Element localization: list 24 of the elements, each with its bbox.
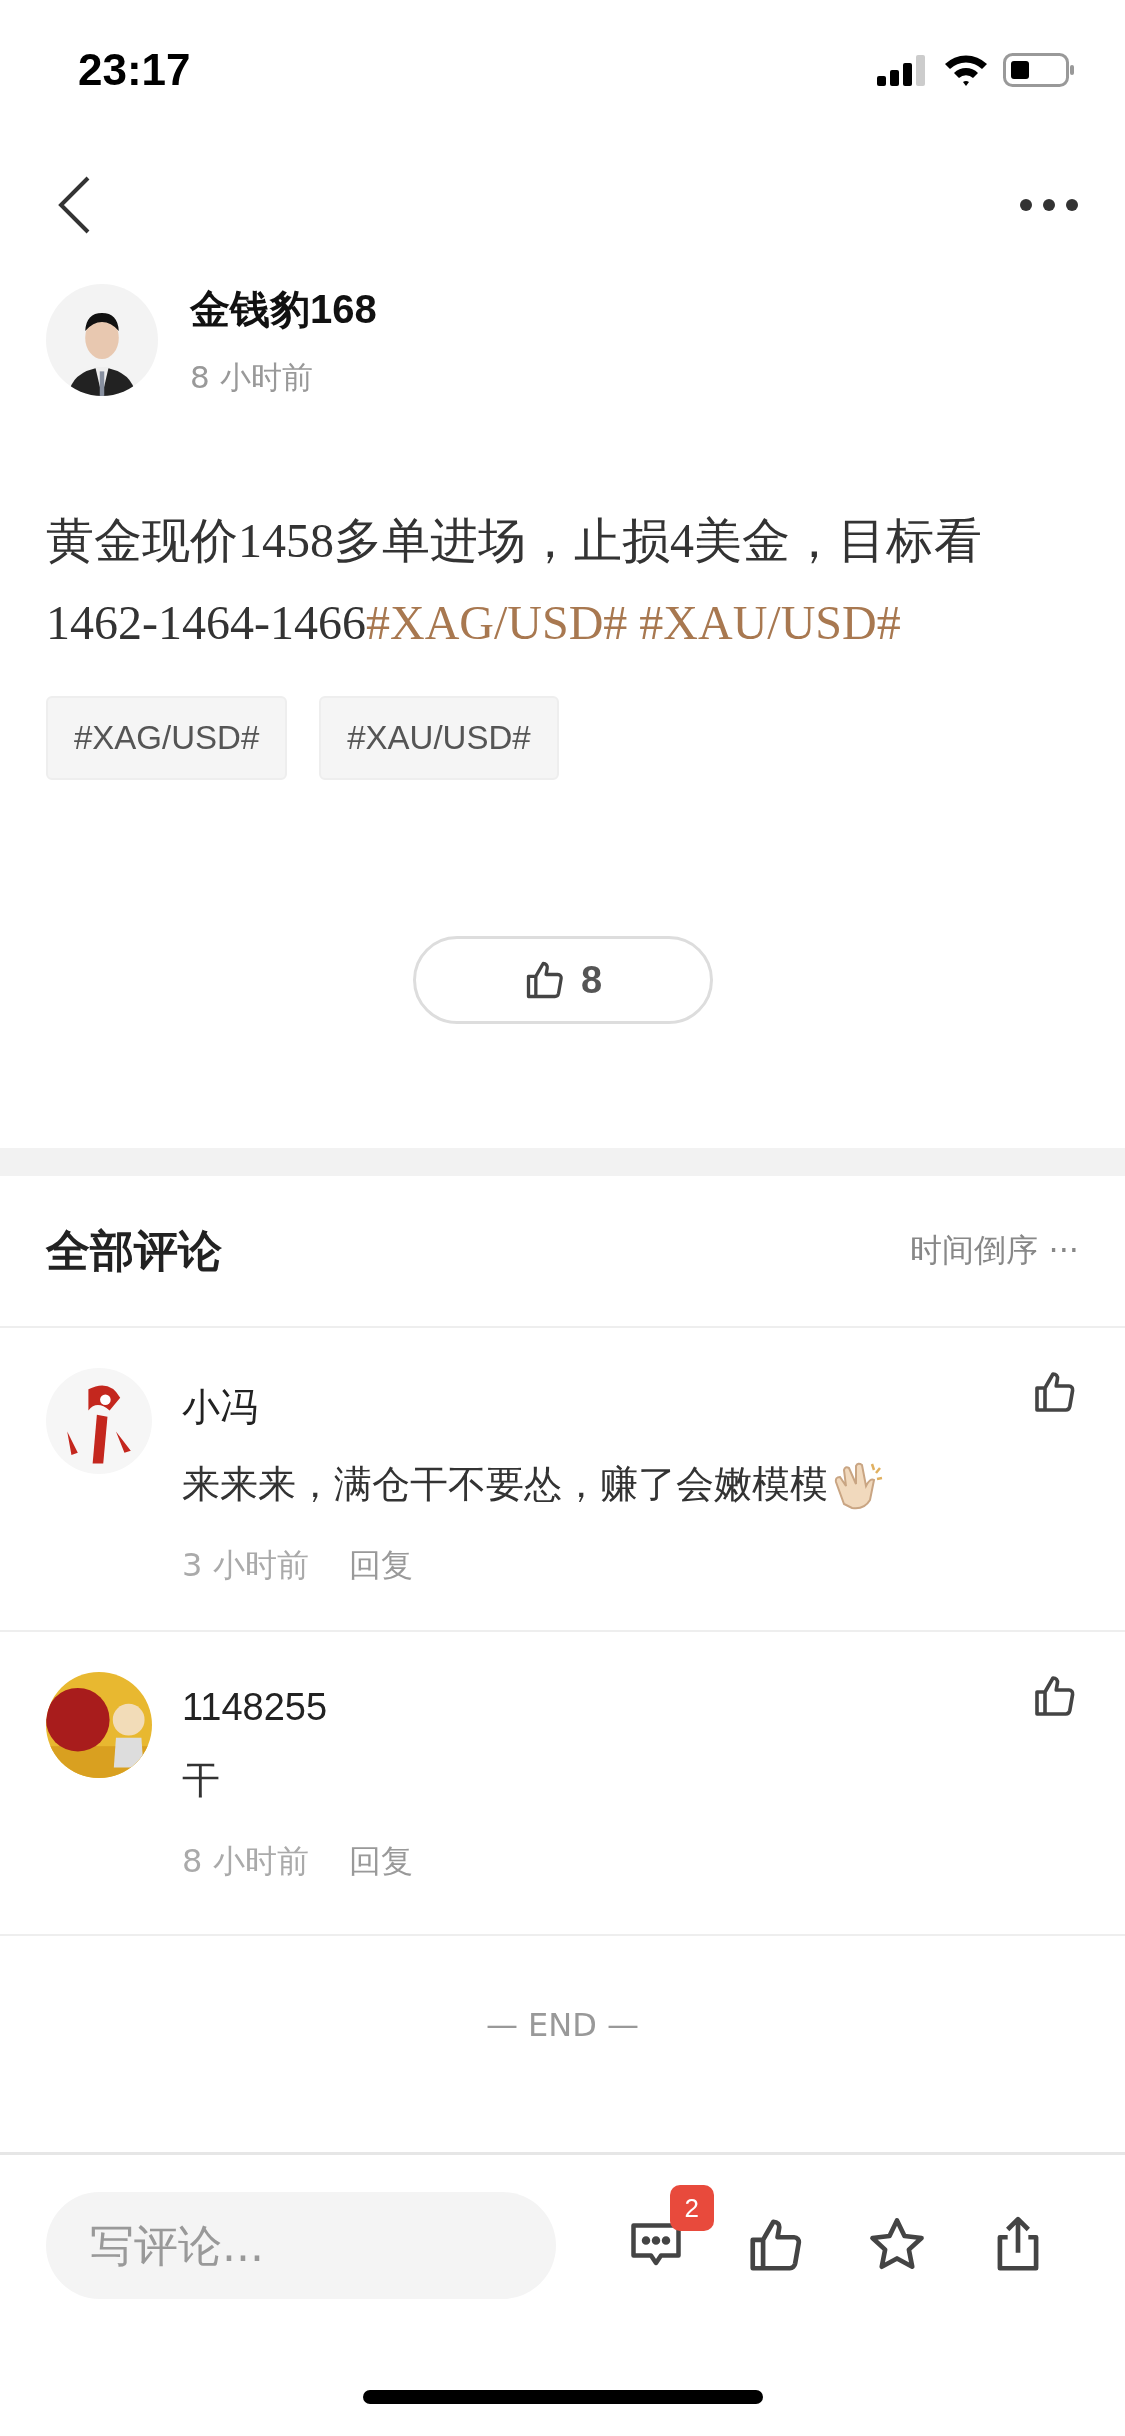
sort-toggle[interactable]: 时间倒序 ··· [910, 1229, 1079, 1273]
section-title: 全部评论 [46, 1223, 222, 1278]
comment-time: 8 小时前 [182, 1841, 309, 1882]
post-text: 黄金现价1458多单进场，止损4美金，目标看1462-1464-1466#XAG/USD# #XAU/USD# [45, 513, 983, 651]
comment-count-badge: 2 [669, 2185, 714, 2231]
post-time: 8 小时前 [190, 357, 314, 397]
comment-text: 来来来，满仓干不要怂，赚了会嫩模模 [182, 1461, 828, 1508]
more-icon[interactable] [1019, 198, 1079, 212]
commenter-name[interactable]: 小冯 [182, 1382, 1001, 1433]
hashtag-link[interactable]: #XAG/USD# [365, 596, 628, 649]
status-time: 23:17 [78, 45, 191, 95]
back-icon[interactable] [56, 175, 92, 235]
comment-time: 3 小时前 [182, 1545, 309, 1586]
comment-input[interactable]: 写评论... [46, 2191, 556, 2299]
wifi-icon [943, 53, 989, 87]
topic-tag[interactable]: #XAG/USD# [46, 696, 288, 780]
battery-icon [1003, 53, 1075, 87]
commenter-name[interactable]: 1148255 [182, 1686, 1001, 1729]
author-name[interactable]: 金钱豹168 [190, 281, 377, 337]
end-label: — END — [485, 2006, 640, 2044]
comment-text: 干 [182, 1757, 220, 1804]
like-button[interactable]: 8 [412, 936, 713, 1024]
hashtag-link[interactable]: #XAU/USD# [639, 596, 901, 649]
topic-tag[interactable]: #XAU/USD# [319, 696, 559, 780]
